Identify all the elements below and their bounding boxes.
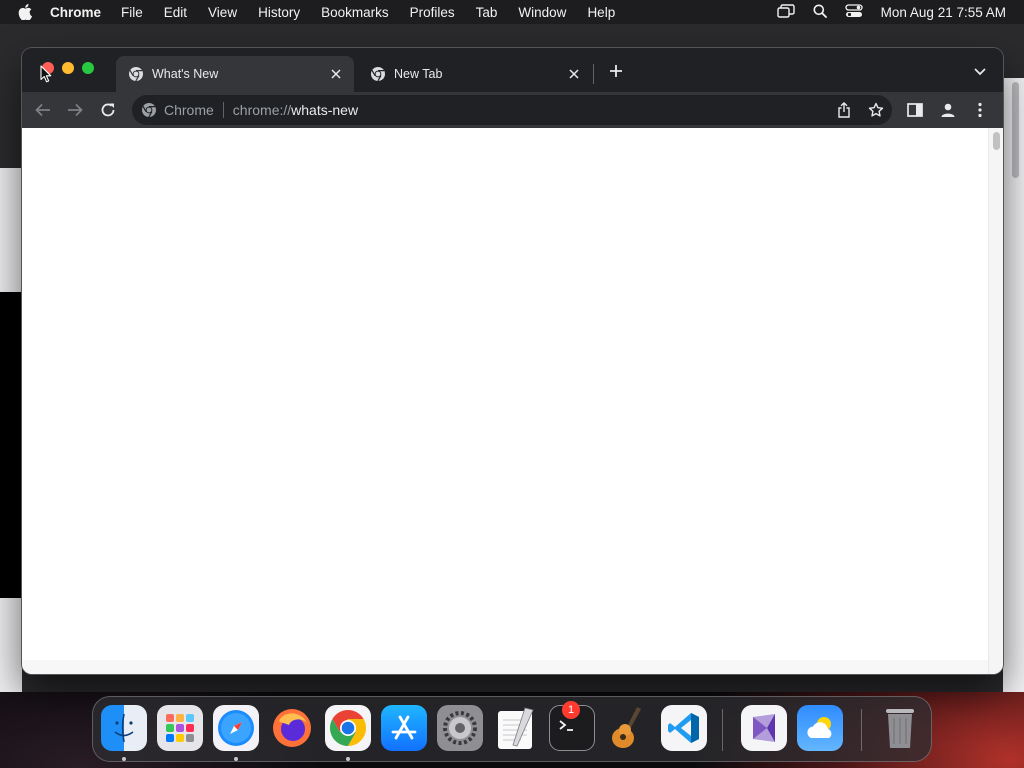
dock-running-indicator <box>122 757 126 761</box>
dock-vscode-icon[interactable] <box>661 705 707 751</box>
share-button[interactable] <box>832 98 856 122</box>
notification-badge: 1 <box>562 701 580 719</box>
menu-bar-clock[interactable]: Mon Aug 21 7:55 AM <box>881 5 1006 20</box>
background-window-edge <box>0 598 22 692</box>
share-icon <box>838 102 850 118</box>
screen-mirroring-icon[interactable] <box>776 3 795 21</box>
dock-separator <box>861 709 862 751</box>
address-bar[interactable]: Chrome chrome://whats-new <box>132 95 892 125</box>
spotlight-search-icon[interactable] <box>813 4 827 21</box>
browser-toolbar: Chrome chrome://whats-new <box>22 92 1003 128</box>
close-tab-icon[interactable] <box>328 66 344 82</box>
menu-bookmarks[interactable]: Bookmarks <box>321 5 389 20</box>
dock-trash-icon[interactable] <box>877 705 923 751</box>
tab-new-tab[interactable]: New Tab <box>358 56 592 92</box>
control-center-icon[interactable] <box>845 3 863 21</box>
menu-history[interactable]: History <box>258 5 300 20</box>
profile-button[interactable] <box>936 98 960 122</box>
back-icon <box>35 103 50 117</box>
back-button[interactable] <box>31 98 55 122</box>
dock-chrome-icon[interactable] <box>325 705 371 751</box>
menu-profiles[interactable]: Profiles <box>410 5 455 20</box>
page-scrollbar[interactable] <box>988 128 1003 674</box>
mouse-cursor-icon <box>40 65 52 88</box>
page-bottom-edge <box>22 660 988 674</box>
forward-icon <box>68 103 83 117</box>
dock-system-settings-icon[interactable] <box>437 705 483 751</box>
close-tab-icon[interactable] <box>566 66 582 82</box>
dock: 1 <box>92 696 932 762</box>
background-window-edge <box>0 292 22 598</box>
tab-separator <box>593 64 594 84</box>
dock-safari-icon[interactable] <box>213 705 259 751</box>
menu-window[interactable]: Window <box>518 5 566 20</box>
dock-visual-studio-icon[interactable] <box>741 705 787 751</box>
tab-title: New Tab <box>394 67 443 81</box>
dock-garageband-icon[interactable] <box>605 705 651 751</box>
site-chip[interactable]: Chrome <box>164 102 214 118</box>
tab-search-button[interactable] <box>970 62 990 82</box>
menu-tab[interactable]: Tab <box>476 5 498 20</box>
reload-button[interactable] <box>96 98 120 122</box>
url-host: whats-new <box>291 102 359 118</box>
bookmark-star-button[interactable] <box>864 98 888 122</box>
chrome-window: What's New New Tab Chrome chrome:// what… <box>22 48 1003 674</box>
new-tab-button[interactable] <box>606 61 626 81</box>
plus-icon <box>610 65 622 77</box>
dock-app-store-icon[interactable] <box>381 705 427 751</box>
dock-launchpad-icon[interactable] <box>157 705 203 751</box>
menu-edit[interactable]: Edit <box>164 5 187 20</box>
background-scroll-thumb <box>1012 82 1019 178</box>
chrome-icon <box>370 66 386 82</box>
chrome-icon <box>141 102 157 118</box>
dock-finder-icon[interactable] <box>101 705 147 751</box>
side-panel-button[interactable] <box>903 98 927 122</box>
background-window-edge <box>0 168 22 292</box>
tab-whats-new[interactable]: What's New <box>116 56 354 92</box>
menu-view[interactable]: View <box>208 5 237 20</box>
scroll-thumb[interactable] <box>993 132 1000 150</box>
chrome-menu-button[interactable] <box>968 98 992 122</box>
menu-bar: Chrome File Edit View History Bookmarks … <box>0 0 1024 24</box>
tab-title: What's New <box>152 67 219 81</box>
menu-icon <box>978 102 982 118</box>
window-minimize-button[interactable] <box>62 62 74 74</box>
chrome-icon <box>128 66 144 82</box>
dock-separator <box>722 709 723 751</box>
forward-button[interactable] <box>63 98 87 122</box>
url-scheme: chrome:// <box>232 102 292 118</box>
reload-icon <box>101 103 115 117</box>
apple-menu-icon[interactable] <box>0 4 50 20</box>
profile-icon <box>941 103 955 117</box>
page-content[interactable] <box>22 128 1003 674</box>
tab-strip: What's New New Tab <box>22 48 1003 92</box>
dock-running-indicator <box>346 757 350 761</box>
menu-help[interactable]: Help <box>587 5 615 20</box>
bookmark-star-icon <box>868 102 884 117</box>
dock-firefox-icon[interactable] <box>269 705 315 751</box>
dock-running-indicator <box>234 757 238 761</box>
chevron-down-icon <box>974 68 986 76</box>
dock-weather-icon[interactable] <box>797 705 843 751</box>
side-panel-icon <box>907 103 923 117</box>
menu-app-name[interactable]: Chrome <box>50 5 101 20</box>
menu-file[interactable]: File <box>121 5 143 20</box>
menu-bar-status-area: Mon Aug 21 7:55 AM <box>776 0 1006 24</box>
window-zoom-button[interactable] <box>82 62 94 74</box>
dock-textedit-icon[interactable] <box>493 705 539 751</box>
omnibox-divider <box>222 102 224 118</box>
